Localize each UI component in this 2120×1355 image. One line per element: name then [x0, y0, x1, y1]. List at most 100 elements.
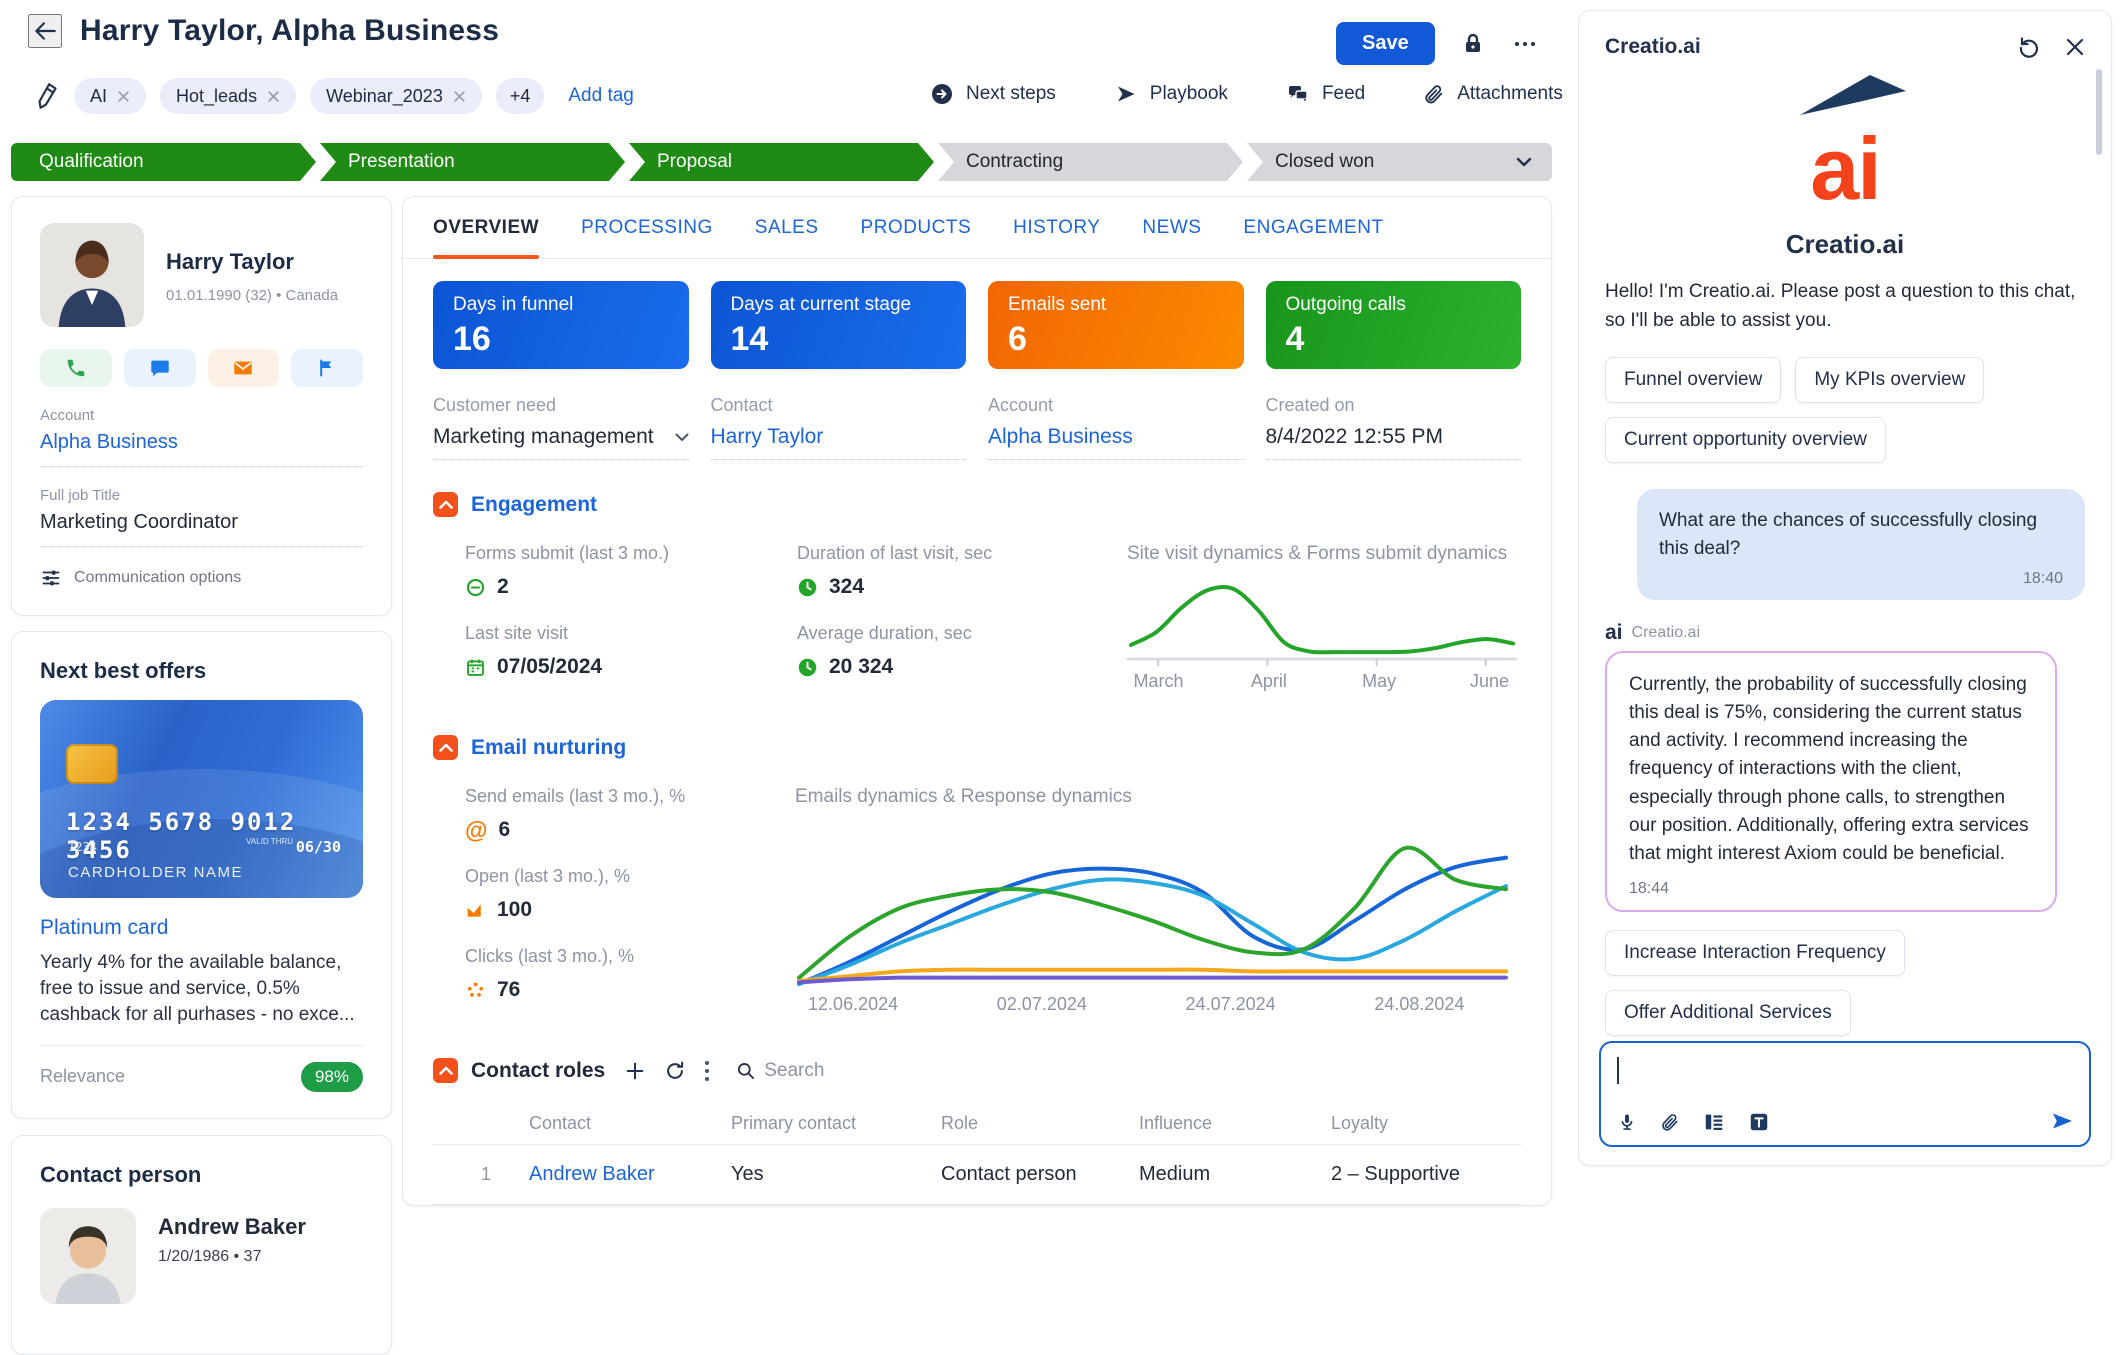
close-icon[interactable] [2065, 37, 2085, 57]
funnel-overview-button[interactable]: Funnel overview [1605, 357, 1781, 403]
ai-message-bubble: Currently, the probability of successful… [1605, 651, 2057, 912]
stage-label: Qualification [39, 151, 144, 173]
chart-title: Site visit dynamics & Forms submit dynam… [1127, 543, 1521, 565]
collapse-button[interactable] [433, 492, 458, 517]
current-opportunity-overview-button[interactable]: Current opportunity overview [1605, 417, 1886, 463]
tag-chip[interactable]: Webinar_2023 [310, 78, 482, 114]
next-steps-button[interactable]: Next steps [930, 82, 1056, 106]
column-header[interactable]: Primary contact [731, 1103, 941, 1144]
stage-proposal[interactable]: Proposal [629, 143, 934, 181]
playbook-button[interactable]: Playbook [1114, 82, 1228, 106]
tag-chip[interactable]: AI [74, 78, 146, 114]
emails-dynamics-chart: Emails dynamics & Response dynamics 12.0… [795, 786, 1521, 1026]
contact-roles-table: Contact Primary contact Role Influence L… [433, 1103, 1521, 1205]
chat-button[interactable] [124, 349, 196, 387]
account-link[interactable]: Alpha Business [40, 431, 363, 454]
tab-products[interactable]: PRODUCTS [861, 197, 972, 258]
created-on-field: Created on 8/4/2022 12:55 PM [1266, 395, 1522, 460]
more-menu-button[interactable] [1511, 32, 1539, 56]
stat-label: Forms submit (last 3 mo.) [465, 543, 767, 564]
microphone-icon[interactable] [1617, 1111, 1637, 1133]
column-header[interactable]: Loyalty [1331, 1103, 1521, 1144]
chevron-down-icon[interactable] [1516, 157, 1532, 167]
tab-sales[interactable]: SALES [755, 197, 819, 258]
contact-person-card: Contact person Andrew Baker 1/20/1986 • … [11, 1135, 392, 1355]
last-site-visit-stat: Last site visit 07/05/2024 [465, 623, 797, 679]
add-tag-link[interactable]: Add tag [568, 85, 634, 107]
template-icon[interactable] [1703, 1111, 1725, 1133]
account-link[interactable]: Alpha Business [988, 425, 1133, 449]
collapse-button[interactable] [433, 1058, 458, 1083]
save-button[interactable]: Save [1336, 22, 1435, 65]
stage-contracting[interactable]: Contracting [938, 143, 1243, 181]
offer-product-link[interactable]: Platinum card [40, 916, 363, 940]
contact-link[interactable]: Andrew Baker [529, 1145, 731, 1204]
remove-tag-icon[interactable] [453, 90, 466, 103]
tab-processing[interactable]: PROCESSING [581, 197, 713, 258]
tab-news[interactable]: NEWS [1142, 197, 1201, 258]
stat-value: 2 [497, 575, 509, 599]
stage-qualification[interactable]: Qualification [11, 143, 316, 181]
contact-person-name: Andrew Baker [158, 1214, 306, 1240]
column-header[interactable]: Role [941, 1103, 1139, 1144]
stage-closed-won[interactable]: Closed won [1247, 143, 1552, 181]
tab-bar: OVERVIEW PROCESSING SALES PRODUCTS HISTO… [403, 197, 1551, 259]
attach-file-icon[interactable] [1660, 1111, 1680, 1133]
ai-greeting: Hello! I'm Creatio.ai. Please post a que… [1605, 278, 2085, 335]
site-visit-chart: Site visit dynamics & Forms submit dynam… [1127, 543, 1521, 703]
remove-tag-icon[interactable] [117, 90, 130, 103]
offer-additional-services-button[interactable]: Offer Additional Services [1605, 990, 1851, 1036]
stat-value: 07/05/2024 [497, 655, 602, 679]
tag-label: AI [90, 86, 107, 107]
reset-chat-button[interactable] [2017, 35, 2041, 59]
email-button[interactable] [208, 349, 280, 387]
next-steps-label: Next steps [966, 83, 1056, 105]
stat-label: Send emails (last 3 mo.), % [465, 786, 765, 807]
text-format-icon[interactable] [1748, 1111, 1770, 1133]
tab-history[interactable]: HISTORY [1013, 197, 1100, 258]
feed-button[interactable]: Feed [1286, 82, 1365, 106]
remove-tag-icon[interactable] [267, 90, 280, 103]
column-header[interactable]: Influence [1139, 1103, 1331, 1144]
send-emails-stat: Send emails (last 3 mo.), % @ 6 [465, 786, 795, 842]
clicks-stat: Clicks (last 3 mo.), % 76 [465, 946, 795, 1002]
communication-options-button[interactable]: Communication options [40, 567, 363, 589]
back-button[interactable] [28, 14, 62, 48]
contact-link[interactable]: Harry Taylor [711, 425, 824, 449]
lock-button[interactable] [1461, 32, 1485, 56]
search-input[interactable] [764, 1060, 894, 1082]
stage-presentation[interactable]: Presentation [320, 143, 625, 181]
forms-submit-stat: Forms submit (last 3 mo.) 2 [465, 543, 797, 599]
creatio-ai-panel: Creatio.ai ai Creatio.ai Hello! I'm Crea… [1578, 10, 2112, 1166]
my-kpis-overview-button[interactable]: My KPIs overview [1795, 357, 1984, 403]
increase-interaction-frequency-button[interactable]: Increase Interaction Frequency [1605, 930, 1905, 976]
divider [40, 466, 363, 467]
refresh-button[interactable] [664, 1060, 686, 1082]
role-cell: Contact person [941, 1145, 1139, 1204]
call-button[interactable] [40, 349, 112, 387]
engagement-title: Engagement [471, 493, 597, 517]
calendar-icon [465, 657, 486, 678]
flag-button[interactable] [291, 349, 363, 387]
send-button[interactable] [2049, 1109, 2075, 1133]
chat-input[interactable] [1599, 1041, 2091, 1147]
attachments-label: Attachments [1457, 83, 1563, 105]
tab-engagement[interactable]: ENGAGEMENT [1243, 197, 1383, 258]
collapse-button[interactable] [433, 735, 458, 760]
offer-description: Yearly 4% for the available balance, fre… [40, 950, 363, 1029]
tab-overview[interactable]: OVERVIEW [433, 197, 539, 258]
panel-scrollbar[interactable] [2096, 69, 2102, 155]
tags-more-chip[interactable]: +4 [496, 78, 545, 114]
tag-chip[interactable]: Hot_leads [160, 78, 296, 114]
kebab-menu-icon[interactable] [704, 1060, 710, 1082]
customer-need-dropdown[interactable]: Marketing management [433, 425, 689, 460]
stat-label: Duration of last visit, sec [797, 543, 1097, 564]
column-header[interactable]: Contact [529, 1103, 731, 1144]
add-record-button[interactable] [624, 1060, 646, 1082]
chat-bubble-icon [149, 357, 171, 379]
table-row[interactable]: 1 Andrew Baker Yes Contact person Medium… [469, 1145, 1521, 1204]
open-rate-chart-icon [465, 900, 486, 921]
divider [433, 1204, 1521, 1205]
attachments-button[interactable]: Attachments [1423, 82, 1563, 106]
stat-label: Last site visit [465, 623, 767, 644]
